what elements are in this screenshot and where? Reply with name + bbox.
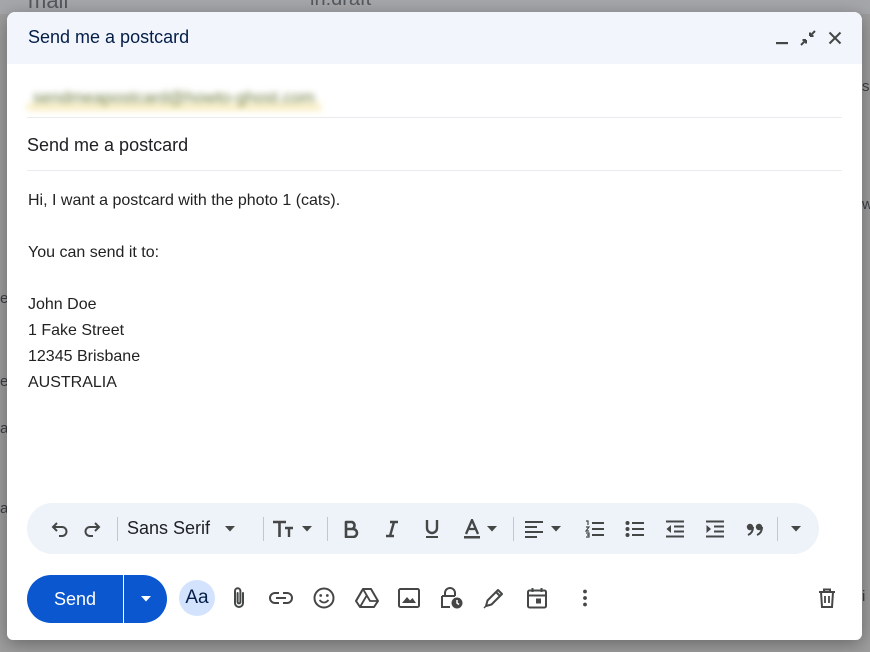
link-icon [269, 592, 293, 604]
chevron-down-icon [140, 596, 151, 602]
formatting-toolbar: Sans Serif [27, 503, 819, 554]
text-color-icon [463, 518, 480, 538]
text-size-icon [272, 520, 293, 537]
close-button[interactable] [824, 26, 846, 50]
schedule-send-dropdown[interactable] [124, 575, 167, 623]
insert-signature-button[interactable] [474, 578, 514, 618]
body-line: You can send it to: [28, 244, 160, 261]
bulleted-list-icon [625, 520, 644, 537]
exit-fullscreen-button[interactable] [797, 26, 819, 50]
font-family-label: Sans Serif [127, 518, 211, 538]
italic-button[interactable] [379, 503, 405, 554]
indent-more-button[interactable] [702, 503, 728, 554]
message-body[interactable]: Hi, I want a postcard with the photo 1 (… [28, 188, 838, 488]
align-button[interactable] [519, 503, 567, 554]
toolbar-divider [117, 517, 118, 541]
photo-icon [398, 588, 420, 608]
font-family-select[interactable]: Sans Serif [125, 503, 251, 554]
toolbar-divider [777, 517, 778, 541]
subject-input[interactable]: Send me a postcard [27, 135, 188, 156]
attach-file-button[interactable] [219, 578, 259, 618]
body-line: John Doe [28, 296, 97, 313]
toolbar-divider [327, 517, 328, 541]
chevron-down-icon [791, 525, 801, 531]
indent-less-button[interactable] [662, 503, 688, 554]
redo-icon [84, 521, 101, 537]
italic-icon [386, 520, 398, 537]
background-letter: s [862, 78, 870, 95]
text-color-button[interactable] [457, 503, 503, 554]
align-left-icon [525, 520, 543, 538]
indent-less-icon [666, 520, 684, 537]
compose-window: Send me a postcard sendmeapostcard@howto… [7, 12, 862, 640]
calendar-icon [527, 588, 547, 609]
chevron-down-icon [225, 525, 236, 531]
quote-button[interactable] [742, 503, 768, 554]
toolbar-divider [513, 517, 514, 541]
numbered-list-button[interactable] [582, 503, 608, 554]
indent-more-icon [706, 520, 724, 537]
insert-drive-file-button[interactable] [347, 578, 387, 618]
compose-header: Send me a postcard [7, 12, 862, 64]
exit-fullscreen-icon [800, 30, 816, 46]
background-letter: w [862, 196, 870, 213]
compose-title: Send me a postcard [28, 27, 190, 47]
background-letter: i [862, 588, 866, 605]
bold-icon [344, 520, 359, 538]
subject-field[interactable]: Send me a postcard [27, 118, 842, 171]
body-line [28, 214, 838, 240]
undo-icon [51, 521, 68, 537]
insert-emoji-button[interactable] [304, 578, 344, 618]
chevron-down-icon [301, 525, 312, 531]
recipient-chip[interactable]: sendmeapostcard@howto-ghost.com [27, 86, 321, 110]
body-line: AUSTRALIA [28, 374, 117, 391]
send-button[interactable]: Send [27, 575, 123, 623]
insert-link-button[interactable] [261, 578, 301, 618]
emoji-icon [313, 587, 335, 609]
trash-icon [819, 588, 835, 608]
quote-icon [746, 523, 763, 536]
close-icon [828, 31, 842, 45]
font-size-select[interactable] [269, 503, 315, 554]
confidential-mode-button[interactable] [432, 578, 472, 618]
lock-clock-icon [441, 587, 463, 609]
chevron-down-icon [551, 525, 561, 531]
minimize-icon [776, 42, 788, 45]
redo-button[interactable] [79, 503, 105, 554]
body-line: Hi, I want a postcard with the photo 1 (… [28, 192, 341, 209]
set-up-time-button[interactable] [517, 578, 557, 618]
toolbar-divider [263, 517, 264, 541]
discard-draft-button[interactable] [807, 578, 847, 618]
body-line: 12345 Brisbane [28, 348, 141, 365]
more-vert-icon [583, 589, 587, 607]
insert-photo-button[interactable] [389, 578, 429, 618]
recipients-field[interactable]: sendmeapostcard@howto-ghost.com [27, 76, 842, 118]
minimize-button[interactable] [771, 26, 793, 50]
paperclip-icon [234, 587, 244, 608]
background-search-text: in:draft [310, 0, 371, 11]
pen-icon [483, 589, 503, 609]
more-formatting-button[interactable] [783, 503, 809, 554]
underline-icon [425, 519, 439, 538]
numbered-list-icon [585, 519, 604, 538]
body-line: 1 Fake Street [28, 322, 125, 339]
drive-icon [355, 588, 379, 608]
bulleted-list-button[interactable] [622, 503, 648, 554]
undo-button[interactable] [47, 503, 73, 554]
formatting-options-button[interactable]: Aa [179, 580, 215, 616]
more-options-button[interactable] [565, 578, 605, 618]
body-line [28, 266, 838, 292]
send-button-group: Send [27, 575, 167, 623]
underline-button[interactable] [419, 503, 445, 554]
chevron-down-icon [486, 525, 497, 531]
bold-button[interactable] [338, 503, 364, 554]
